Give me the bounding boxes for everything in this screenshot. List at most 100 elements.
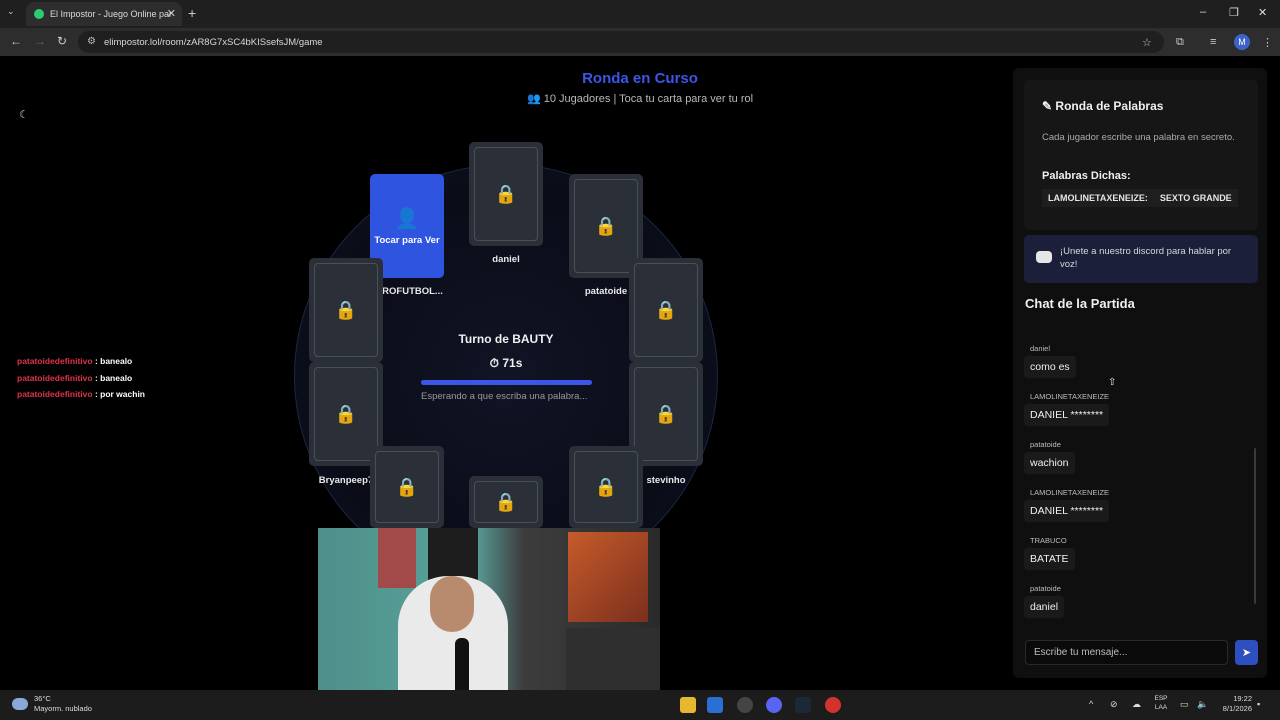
discord-text: ¡Unete a nuestro discord para hablar por… [1060, 246, 1232, 270]
tab-title: El Impostor - Juego Online par [50, 9, 173, 19]
discord-icon [1036, 251, 1052, 263]
extensions-icon[interactable]: ⧉ [1176, 36, 1184, 49]
chat-text: BATATE [1024, 548, 1075, 570]
browser-tab[interactable]: El Impostor - Juego Online par ✕ [26, 2, 182, 26]
person-icon: 👤 [394, 208, 420, 230]
word-chip: LAMOLINETAXENEIZE: [1042, 189, 1154, 207]
overlay-text: : banealo [94, 356, 133, 366]
url-text: elimpostor.lol/room/zAR8G7xSC4bKISsefsJM… [104, 36, 323, 48]
favicon-icon [34, 9, 44, 19]
taskbar: 36°C Mayorm. nublado ^ ⊘ ☁ ESP LAA ▭ 🔈 1… [0, 690, 1280, 720]
language-indicator[interactable]: ESP LAA [1152, 694, 1170, 712]
tray-chevron-icon[interactable]: ^ [1089, 699, 1093, 709]
pencil-icon: ✎ [1042, 99, 1053, 113]
chat-user: LAMOLINETAXENEIZE [1030, 392, 1110, 401]
new-tab-icon[interactable]: + [188, 5, 196, 21]
store-icon[interactable] [707, 697, 723, 713]
chat-user: patatoide [1030, 440, 1061, 449]
lock-icon: 🔒 [574, 179, 638, 273]
lock-icon: 🔒 [314, 263, 378, 357]
lock-icon: 🔒 [375, 451, 439, 523]
tab-search-icon[interactable]: ⌄ [7, 6, 15, 17]
users-icon: 👥 [526, 93, 541, 105]
rounds-title: ✎ Ronda de Palabras [1042, 99, 1163, 113]
url-bar[interactable]: ⚙ elimpostor.lol/room/zAR8G7xSC4bKISsefs… [78, 31, 1164, 53]
timer: ⏱ 71s [420, 356, 592, 371]
overlay-user: patatoidedefinitivo [17, 356, 93, 366]
chat-text: DANIEL ******** [1024, 500, 1110, 522]
send-icon: ➤ [1241, 647, 1252, 659]
obs-icon[interactable] [737, 697, 753, 713]
weather-icon[interactable] [12, 698, 28, 710]
clock-date: 8/1/2026 [1222, 704, 1252, 713]
rounds-title-text: Ronda de Palabras [1055, 99, 1164, 113]
volume-icon[interactable]: 🔈 [1197, 699, 1208, 710]
media-icon[interactable]: ≡ [1210, 36, 1216, 48]
site-info-icon[interactable]: ⚙ [87, 36, 96, 47]
menu-icon[interactable]: ⋮ [1262, 36, 1273, 49]
chat-text: daniel [1024, 596, 1065, 618]
theme-toggle-icon[interactable]: ☾ [14, 104, 34, 124]
player-card[interactable]: 🔒 [370, 446, 444, 528]
cloud-icon[interactable]: ☁ [1132, 699, 1141, 710]
overlay-chat-line: patatoidedefinitivo : por wachin [17, 389, 145, 399]
back-icon[interactable]: ← [10, 34, 22, 48]
chat-title: Chat de la Partida [1025, 296, 1135, 311]
chat-message: patatoide wachion [1024, 440, 1075, 474]
overlay-text: : por wachin [94, 389, 145, 399]
chat-messages[interactable]: daniel como es LAMOLINETAXENEIZE DANIEL **… [1024, 322, 1250, 622]
chat-message: TRABUCO BATATE [1024, 536, 1075, 570]
player-card[interactable]: 🔒 [469, 142, 543, 246]
close-window-icon[interactable]: ✕ [1258, 6, 1267, 19]
clock-time: 19:22 [1233, 694, 1252, 703]
wall-poster [568, 532, 648, 622]
stopwatch-icon: ⏱ [489, 356, 499, 370]
reload-icon[interactable]: ↻ [57, 34, 67, 48]
chat-text: como es [1024, 356, 1076, 378]
lock-icon: 🔒 [474, 147, 538, 241]
lock-icon: 🔒 [574, 451, 638, 523]
file-explorer-icon[interactable] [680, 697, 696, 713]
overlay-text: : banealo [94, 373, 133, 383]
lock-icon: 🔒 [314, 367, 378, 461]
notification-icon[interactable]: ▪ [1257, 699, 1260, 709]
bookmark-star-icon[interactable]: ☆ [1142, 36, 1152, 49]
weather-desc: Mayorm. nublado [34, 704, 92, 713]
discord-app-icon[interactable] [766, 697, 782, 713]
weather-widget[interactable]: 36°C Mayorm. nublado [34, 694, 92, 714]
page-subtitle: 👥 10 Jugadores | Toca tu carta para ver … [420, 92, 860, 105]
send-button[interactable]: ➤ [1235, 640, 1258, 665]
discord-banner[interactable]: ¡Unete a nuestro discord para hablar por… [1024, 235, 1258, 283]
said-words-title: Palabras Dichas: [1042, 170, 1131, 182]
timer-progress-bar [421, 380, 592, 385]
chat-input[interactable]: Escribe tu mensaje... [1025, 640, 1228, 665]
wifi-icon[interactable]: ▭ [1180, 699, 1189, 710]
clock[interactable]: 19:22 8/1/2026 [1212, 694, 1252, 714]
maximize-icon[interactable]: ❐ [1229, 6, 1239, 19]
browser-app-icon[interactable] [825, 697, 841, 713]
player-card[interactable]: 🔒 [569, 446, 643, 528]
turn-label: Turno de BAUTY [458, 332, 554, 346]
mouse-cursor-icon: ⇧ [1108, 377, 1117, 388]
forward-icon[interactable]: → [34, 34, 46, 48]
tap-to-view-label: Tocar para Ver [374, 235, 440, 246]
lang-top: ESP [1154, 695, 1168, 702]
lock-icon: 🔒 [474, 481, 538, 523]
chat-scrollbar[interactable] [1254, 448, 1256, 604]
player-card[interactable]: 🔒 [309, 258, 383, 362]
timer-value: 71s [502, 356, 523, 370]
chat-user: patatoide [1030, 584, 1061, 593]
overlay-chat-line: patatoidedefinitivo : banealo [17, 373, 132, 383]
player-card[interactable]: 🔒 [469, 476, 543, 528]
overlay-chat-line: patatoidedefinitivo : banealo [17, 356, 132, 366]
said-words-list: LAMOLINETAXENEIZE: SEXTO GRANDE [1042, 189, 1238, 207]
word-chip: SEXTO GRANDE [1153, 189, 1238, 207]
close-tab-icon[interactable]: ✕ [167, 7, 176, 20]
profile-avatar[interactable]: M [1234, 34, 1250, 50]
page-title: Ronda en Curso [582, 70, 698, 87]
steam-icon[interactable] [795, 697, 811, 713]
player-card[interactable]: 🔒 [629, 258, 703, 362]
minimize-icon[interactable]: – [1200, 6, 1206, 18]
network-icon[interactable]: ⊘ [1110, 699, 1118, 710]
rounds-description: Cada jugador escribe una palabra en secr… [1042, 132, 1235, 143]
